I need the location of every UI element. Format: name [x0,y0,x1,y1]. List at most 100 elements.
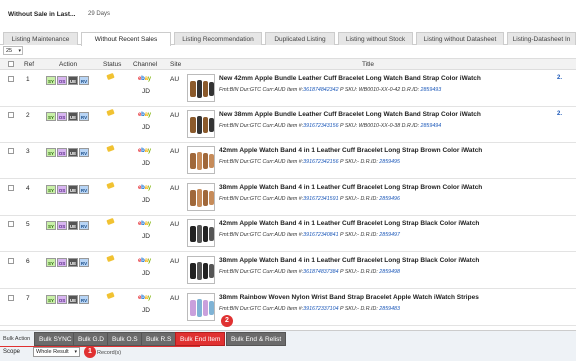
listing-meta: Fmt:BIN Dur:GTC Curr:AUD Item #:36187483… [219,269,400,275]
row-checkbox[interactable] [8,185,14,191]
listing-meta: Fmt:BIN Dur:GTC Curr:AUD Item #:39167234… [219,232,400,238]
drid-link[interactable]: 2859495 [379,159,400,165]
select-all-checkbox[interactable] [8,61,14,67]
row-checkbox[interactable] [8,221,14,227]
col-channel: Channel [133,61,158,68]
product-thumbnail[interactable] [187,256,215,284]
listing-title[interactable]: 38mm Apple Watch Band 4 in 1 Leather Cuf… [219,257,479,264]
revise-button[interactable]: RV [79,258,89,267]
bulk-end-relist-button[interactable]: Bulk End & Relist [226,332,287,346]
revise-button[interactable]: RV [79,76,89,85]
sync-button[interactable]: SY [46,185,56,194]
row-checkbox[interactable] [8,295,14,301]
update-ebay-button[interactable]: UE [68,295,78,304]
update-ebay-button[interactable]: UE [68,221,78,230]
drid-link[interactable]: 2859483 [379,306,400,312]
row-checkbox[interactable] [8,76,14,82]
page-size-value: 25 [6,48,13,54]
sync-button[interactable]: SY [46,76,56,85]
tab-duplicated-listing[interactable]: Duplicated Listing [265,32,335,45]
drid-link[interactable]: 2859494 [421,123,442,129]
listing-title[interactable]: 42mm Apple Watch Band 4 in 1 Leather Cuf… [219,147,482,154]
product-thumbnail[interactable] [187,74,215,102]
row-checkbox[interactable] [8,112,14,118]
tab-bar: Listing Maintenance Without Recent Sales… [0,32,576,46]
row-ref: 5 [26,221,30,228]
product-thumbnail[interactable] [187,183,215,211]
product-thumbnail[interactable] [187,146,215,174]
row-checkbox[interactable] [8,148,14,154]
ebay-logo: ebay [138,76,151,82]
item-number-link[interactable]: 391672337104 [303,306,338,312]
product-thumbnail[interactable] [187,293,215,321]
table-row: 5 SY OS UE RV ebay JD AU 42mm Apple Watch Band 4… [0,216,576,252]
table-row: 7 SY OS UE RV ebay JD AU 38mm Rainbow Woven Nylo… [0,290,576,326]
row-checkbox[interactable] [8,258,14,264]
out-of-stock-button[interactable]: OS [57,258,67,267]
listing-title[interactable]: 42mm Apple Watch Band 4 in 1 Leather Cuf… [219,220,479,227]
listing-title[interactable]: 38mm Rainbow Woven Nylon Wrist Band Stra… [219,294,479,301]
col-status: Status [103,61,122,68]
out-of-stock-button[interactable]: OS [57,148,67,157]
bulk-rs-button[interactable]: Bulk R.S [141,332,177,346]
item-number-link[interactable]: 361874842342 [303,87,338,93]
update-ebay-button[interactable]: UE [68,258,78,267]
sync-button[interactable]: SY [46,221,56,230]
drid-link[interactable]: 2859497 [379,232,400,238]
product-thumbnail[interactable] [187,219,215,247]
tab-listing-without-stock[interactable]: Listing without Stock [338,32,413,45]
listing-meta: Fmt:BIN Dur:GTC Curr:AUD Item #:39167234… [219,159,400,165]
item-number-link[interactable]: 391672341591 [303,196,338,202]
product-thumbnail[interactable] [187,110,215,138]
row-ref: 1 [26,76,30,83]
item-number-link[interactable]: 391672340841 [303,232,338,238]
update-ebay-button[interactable]: UE [68,148,78,157]
revise-button[interactable]: RV [79,295,89,304]
tab-without-recent-sales[interactable]: Without Recent Sales [81,32,171,46]
out-of-stock-button[interactable]: OS [57,221,67,230]
callout-badge-2: 2 [221,315,233,327]
out-of-stock-button[interactable]: OS [57,112,67,121]
revise-button[interactable]: RV [79,148,89,157]
out-of-stock-button[interactable]: OS [57,185,67,194]
item-number-link[interactable]: 391672343156 [303,123,338,129]
drid-link[interactable]: 2859496 [379,196,400,202]
tag-icon [106,72,115,81]
update-ebay-button[interactable]: UE [68,76,78,85]
chevron-down-icon: ▾ [74,349,77,355]
tab-listing-recommendation[interactable]: Listing Recommendation [174,32,262,45]
revise-button[interactable]: RV [79,185,89,194]
page-size-select[interactable]: 25 ▾ [3,46,23,55]
out-of-stock-button[interactable]: OS [57,76,67,85]
listing-title[interactable]: New 38mm Apple Bundle Leather Cuff Brace… [219,111,481,118]
bulk-end-item-button[interactable]: Bulk End Item [175,332,226,346]
account-name: JD [142,88,150,95]
tab-listing-datasheet[interactable]: Listing-Datasheet In [507,32,576,45]
tab-listing-maintenance[interactable]: Listing Maintenance [3,32,78,45]
listing-title[interactable]: New 42mm Apple Bundle Leather Cuff Brace… [219,75,481,82]
tab-listing-without-datasheet[interactable]: Listing without Datasheet [416,32,504,45]
item-number-link[interactable]: 391672342156 [303,159,338,165]
update-ebay-button[interactable]: UE [68,185,78,194]
site-code: AU [170,148,180,155]
sync-button[interactable]: SY [46,148,56,157]
drid-link[interactable]: 2859493 [421,87,442,93]
row-extra[interactable]: 2. [557,75,562,81]
row-extra[interactable]: 2. [557,111,562,117]
listing-title[interactable]: 38mm Apple Watch Band 4 in 1 Leather Cuf… [219,184,482,191]
drid-link[interactable]: 2859498 [379,269,400,275]
sync-button[interactable]: SY [46,295,56,304]
revise-button[interactable]: RV [79,112,89,121]
sync-button[interactable]: SY [46,258,56,267]
update-ebay-button[interactable]: UE [68,112,78,121]
table-row: 1 SY OS UE RV ebay JD AU New 42mm Apple Bundle L… [0,71,576,107]
listing-meta: Fmt:BIN Dur:GTC Curr:AUD Item #:39167233… [219,306,400,312]
item-number-link[interactable]: 361874837384 [303,269,338,275]
revise-button[interactable]: RV [79,221,89,230]
out-of-stock-button[interactable]: OS [57,295,67,304]
bulk-gd-button[interactable]: Bulk G.D [73,332,110,346]
sync-button[interactable]: SY [46,112,56,121]
scope-select[interactable]: Whole Result ▾ [33,347,80,357]
bulk-sync-button[interactable]: Bulk SYNC [34,332,77,346]
bulk-os-button[interactable]: Bulk O.S [107,332,143,346]
